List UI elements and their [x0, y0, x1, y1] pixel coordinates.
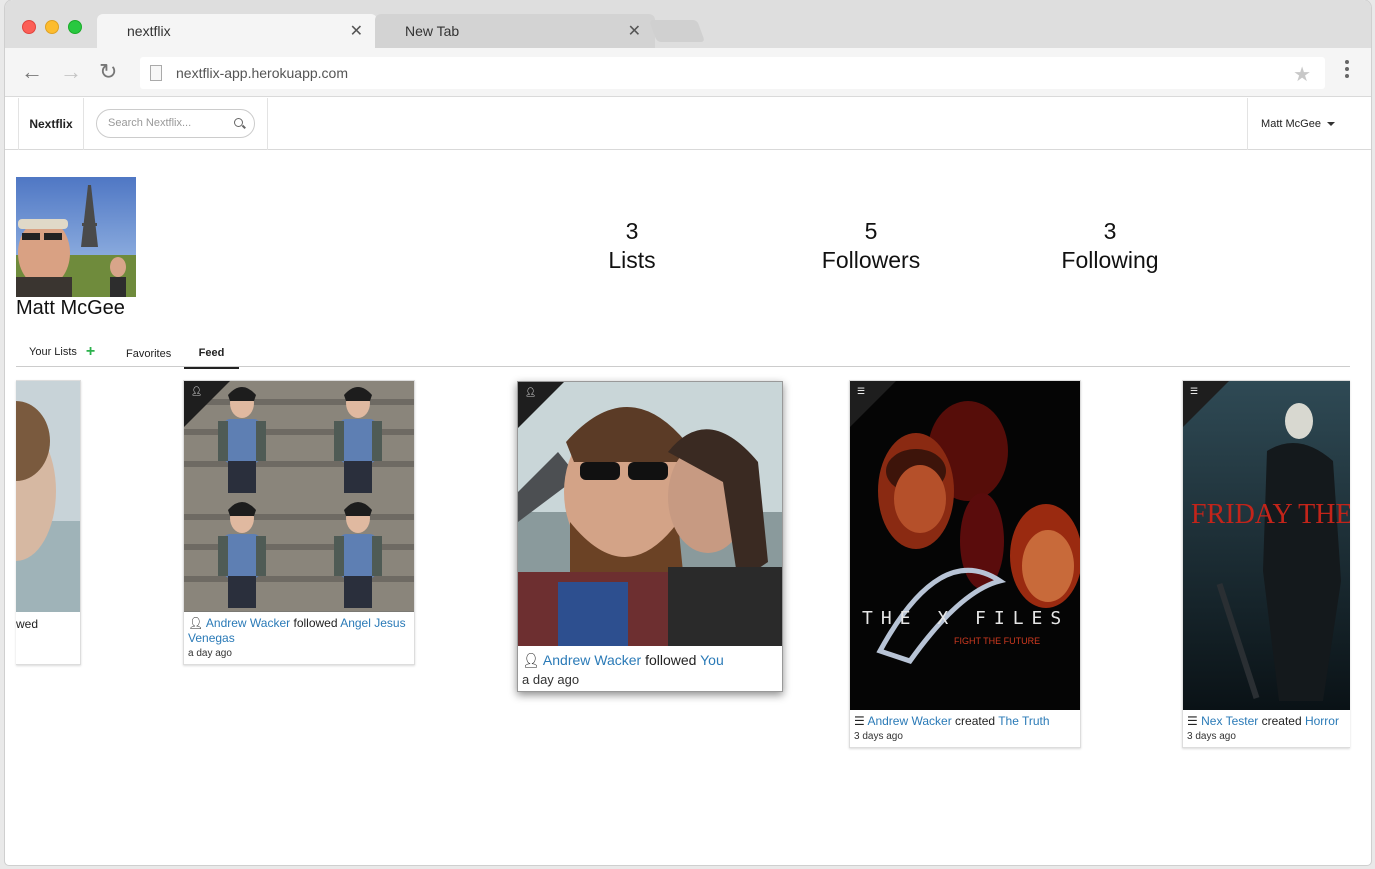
feed-target-link[interactable]: The Truth — [998, 714, 1049, 728]
app-navbar: Nextflix Search Nextflix... Matt McGee — [5, 98, 1371, 150]
feed-card[interactable]: 👤︎ 👤︎ Andrew Wacker followed You a day a… — [517, 381, 783, 692]
stat-following[interactable]: 3 Following — [1030, 217, 1190, 275]
browser-menu-icon[interactable] — [1345, 60, 1349, 78]
feed-caption: ☰ Andrew Wacker created The Truth 3 days… — [854, 714, 1076, 744]
stat-lists[interactable]: 3 Lists — [552, 217, 712, 275]
tab-feed[interactable]: Feed — [184, 339, 239, 369]
user-icon: 👤︎ — [191, 386, 203, 396]
bookmark-star-icon[interactable]: ★ — [1293, 62, 1311, 87]
page-icon — [150, 65, 162, 81]
window-controls — [22, 20, 82, 34]
tab-close-icon[interactable]: ✕ — [350, 21, 363, 41]
tab-label: Your Lists — [29, 346, 77, 358]
feed-target-link[interactable]: You — [700, 652, 724, 668]
list-icon: ☰ — [854, 714, 865, 728]
back-arrow-icon[interactable]: ← — [21, 61, 43, 83]
feed-time: a day ago — [188, 648, 232, 659]
feed-target-link[interactable]: Horror — [1305, 714, 1339, 728]
feed-actor-link[interactable]: Andrew Wacker — [206, 616, 290, 630]
feed-card[interactable]: wed — [16, 380, 81, 665]
search-container: Search Nextflix... — [83, 98, 268, 150]
profile-tabs: Your Lists + Favorites Feed — [16, 337, 1350, 369]
url-text: nextflix-app.herokuapp.com — [176, 65, 348, 81]
feed-actor-link[interactable]: Nex Tester — [1201, 714, 1258, 728]
address-bar[interactable]: nextflix-app.herokuapp.com ★ — [140, 57, 1325, 89]
tab-label: Feed — [198, 347, 225, 359]
close-window-button[interactable] — [22, 20, 36, 34]
user-icon: 👤︎ — [525, 387, 537, 397]
caret-down-icon — [1326, 122, 1335, 126]
forward-arrow-icon[interactable]: → — [60, 61, 82, 83]
feed-card-image: 👤︎ — [184, 381, 414, 612]
stat-label: Following — [1061, 247, 1159, 273]
browser-tab-new-tab[interactable]: New Tab ✕ — [375, 14, 655, 48]
feed-verb: created — [955, 714, 996, 728]
browser-toolbar: ← → ↻ nextflix-app.herokuapp.com ★ — [5, 48, 1371, 97]
browser-tab-nextflix[interactable]: nextflix ✕ — [97, 14, 377, 48]
add-list-icon[interactable]: + — [86, 343, 95, 361]
brand-logo[interactable]: Nextflix — [18, 98, 84, 150]
list-icon: ☰ — [857, 386, 866, 396]
reload-icon[interactable]: ↻ — [99, 61, 117, 83]
user-icon: 👤︎ — [522, 652, 540, 668]
list-icon: ☰ — [1187, 714, 1198, 728]
feed-caption: 👤︎ Andrew Wacker followed Angel Jesus Ve… — [188, 616, 410, 661]
feed-card[interactable]: FRIDAY THE ☰ ☰ Nex Tester created Horror… — [1182, 380, 1350, 748]
tab-title: nextflix — [127, 23, 171, 39]
poster-title: FRIDAY THE — [1191, 499, 1350, 530]
stat-value: 3 — [625, 218, 639, 244]
feed-card-image: 👤︎ — [518, 382, 782, 646]
user-menu-label: Matt McGee — [1261, 118, 1321, 130]
maximize-window-button[interactable] — [68, 20, 82, 34]
feed-actor-link[interactable]: Andrew Wacker — [543, 652, 641, 668]
feed-caption: ☰ Nex Tester created Horror 3 days ago — [1187, 714, 1350, 744]
feed-card[interactable]: THE X FILES FIGHT THE FUTURE ☰ ☰ Andrew … — [849, 380, 1081, 748]
avatar — [16, 177, 136, 297]
feed-card-image: FRIDAY THE ☰ — [1183, 381, 1350, 710]
stat-value: 5 — [864, 218, 878, 244]
feed-verb: created — [1261, 714, 1302, 728]
stat-followers[interactable]: 5 Followers — [791, 217, 951, 275]
feed-time: 3 days ago — [854, 731, 903, 742]
tab-close-icon[interactable]: ✕ — [628, 21, 641, 41]
feed-time: a day ago — [522, 672, 580, 687]
stat-label: Followers — [821, 247, 921, 273]
new-tab-button[interactable] — [648, 20, 706, 42]
tab-title: New Tab — [405, 23, 460, 39]
stat-label: Lists — [608, 247, 656, 273]
tab-favorites[interactable]: Favorites — [126, 339, 171, 369]
feed-card-image — [16, 381, 80, 612]
tab-your-lists[interactable]: Your Lists + — [29, 337, 95, 367]
feed-caption: wed — [16, 617, 76, 632]
feed-verb: followed — [645, 652, 697, 668]
stat-value: 3 — [1103, 218, 1117, 244]
user-icon: 👤︎ — [188, 616, 204, 630]
feed-time: 3 days ago — [1187, 731, 1236, 742]
search-icon[interactable] — [234, 118, 243, 127]
poster-tagline: FIGHT THE FUTURE — [954, 636, 1040, 646]
feed-card-image: THE X FILES FIGHT THE FUTURE ☰ — [850, 381, 1080, 710]
feed-card[interactable]: 👤︎ 👤︎ Andrew Wacker followed Angel Jesus… — [183, 380, 415, 665]
feed-partial-text: wed — [16, 617, 39, 631]
tab-label: Favorites — [126, 348, 172, 360]
browser-window: nextflix ✕ New Tab ✕ ← → ↻ nextflix-app.… — [5, 0, 1371, 865]
poster-title: THE X FILES — [862, 608, 1069, 629]
profile-name: Matt McGee — [16, 297, 125, 319]
minimize-window-button[interactable] — [45, 20, 59, 34]
user-menu[interactable]: Matt McGee — [1247, 98, 1348, 150]
feed-caption: 👤︎ Andrew Wacker followed You a day ago — [522, 651, 778, 689]
feed-verb: followed — [293, 616, 338, 630]
tab-strip: nextflix ✕ New Tab ✕ — [5, 0, 1371, 48]
list-icon: ☰ — [1190, 386, 1199, 396]
feed-actor-link[interactable]: Andrew Wacker — [867, 714, 951, 728]
search-input[interactable]: Search Nextflix... — [96, 109, 255, 138]
